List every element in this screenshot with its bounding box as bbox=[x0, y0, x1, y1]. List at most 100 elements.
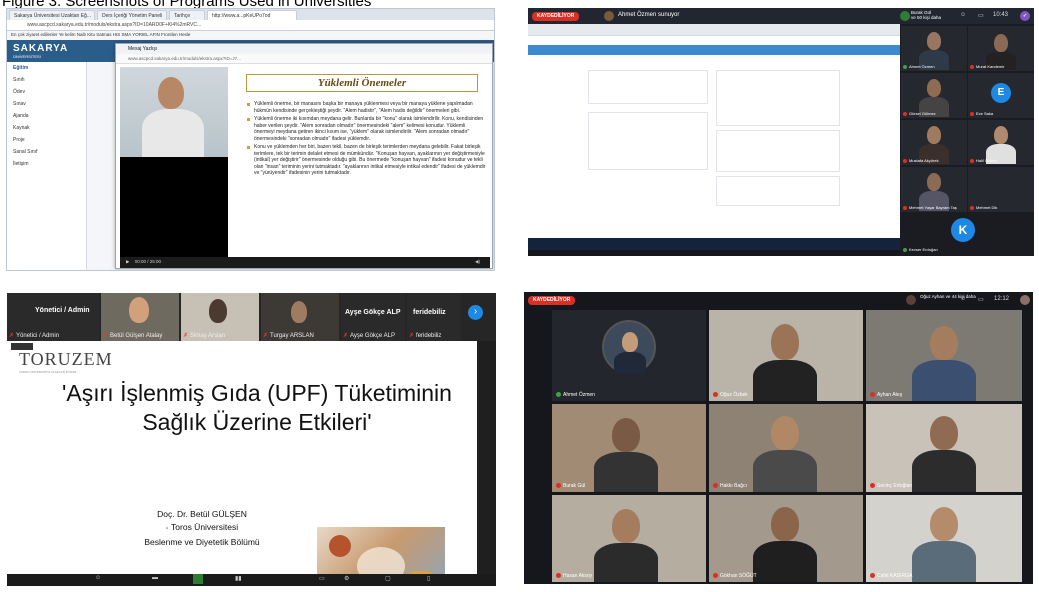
participant-tile[interactable]: Gürsel Gülmez bbox=[901, 73, 967, 118]
participant-name: Kevser Erdoğan bbox=[903, 247, 938, 252]
comment-card bbox=[716, 130, 840, 172]
participant-tile[interactable]: Ahmet Özmen bbox=[901, 26, 967, 71]
participant-count[interactable]: Oğuz Ayhan ve 44 kişi daha bbox=[920, 294, 976, 299]
leave-icon[interactable]: ▯ bbox=[427, 575, 430, 582]
sidebar-item[interactable]: İletişim bbox=[7, 158, 86, 170]
participant-tile[interactable]: Cahit KASIRGA bbox=[866, 495, 1022, 582]
participant-tile[interactable]: Mustafa Akyürek bbox=[901, 120, 967, 165]
slide-body: Yüklemli önerme, bir manasını başka bir … bbox=[246, 101, 486, 179]
participant-tile[interactable]: Ayhan Ateş bbox=[866, 310, 1022, 401]
comment-card bbox=[716, 176, 840, 206]
sidebar-item[interactable]: Eğitim bbox=[7, 62, 86, 74]
self-avatar[interactable]: ✓ bbox=[1020, 11, 1030, 21]
logo-subtext: TOROS ÜNİVERSİTESİ UZAKTAN EĞİTİM bbox=[19, 370, 77, 374]
participant-tile[interactable]: ✗ Betül Gülşen Atalay bbox=[101, 293, 179, 341]
participant-tile[interactable]: K Kevser Erdoğan bbox=[901, 214, 1033, 254]
participant-tile[interactable]: Murat Kandemir bbox=[968, 26, 1034, 71]
chat-icon[interactable]: ▭ bbox=[978, 12, 984, 19]
next-arrow-icon[interactable]: › bbox=[468, 305, 483, 320]
clock: 12:12 bbox=[994, 296, 1010, 302]
chat-icon[interactable]: ▬ bbox=[152, 575, 158, 581]
participant-tile[interactable]: Yönetici / Admin ✗ Yönetici / Admin bbox=[7, 293, 99, 341]
participant-avatar bbox=[900, 11, 910, 21]
participant-name: Cahit KASIRGA bbox=[870, 573, 912, 579]
video-popup-window: Mesaj Yazlışı www.ascpcd.sakarya.edu.tr/… bbox=[115, 43, 493, 269]
participant-name: ✗ Turgay ARSLAN bbox=[263, 333, 314, 339]
participant-strip: Yönetici / Admin ✗ Yönetici / Admin ✗ Betü… bbox=[7, 293, 496, 341]
sidebar-item[interactable]: Sınıfı bbox=[7, 74, 86, 86]
lecturer-image bbox=[120, 67, 228, 157]
address-bar[interactable]: www.ascpcd.sakarya.edu.tr/moduls/ekstra.… bbox=[7, 20, 494, 31]
sidebar-item[interactable]: Sınav bbox=[7, 98, 86, 110]
sidebar-item[interactable]: Sanal Sınıf bbox=[7, 146, 86, 158]
sidebar-item[interactable]: Kaynak bbox=[7, 122, 86, 134]
post-card bbox=[716, 70, 840, 126]
camera-icon[interactable] bbox=[193, 574, 203, 584]
participant-tile[interactable]: Ahmet Özmen bbox=[552, 310, 706, 401]
participant-name: Mehmet Yaşar Bayram Taş bbox=[903, 205, 957, 210]
slide-title: 'Aşırı İşlenmiş Gıda (UPF) Tüketiminin S… bbox=[62, 380, 452, 435]
participant-tile[interactable]: Mehmet Dik bbox=[968, 167, 1034, 212]
participant-tile[interactable]: E Ece Saka bbox=[968, 73, 1034, 118]
course-list-card bbox=[588, 112, 708, 170]
participant-name: Murat Kandemir bbox=[970, 64, 1004, 69]
participant-name: Oğuz Özbek bbox=[713, 392, 748, 398]
toruzem-logo: TORUZEM TOROS ÜNİVERSİTESİ UZAKTAN EĞİTİ… bbox=[19, 349, 113, 374]
browser-tab-active[interactable]: http://www.a...pKeUPo7od bbox=[207, 10, 297, 20]
participant-tile[interactable]: Burak Gül bbox=[552, 404, 706, 492]
video-control-bar[interactable]: ▶ 00:00 / 25:00 ◀) bbox=[120, 257, 490, 268]
participant-tile[interactable]: Sevinç Ertoğlan bbox=[866, 404, 1022, 492]
participant-tiles: Ahmet Özmen Murat Kandemir Gürsel Gülmez… bbox=[900, 24, 1034, 256]
participant-big-name: feridebiliz bbox=[413, 309, 446, 316]
participant-name: Hakkı Bağcı bbox=[713, 483, 747, 489]
browser-tab[interactable]: Sakarya Üniversitesi Uzaktan Eğ... bbox=[9, 10, 95, 20]
shared-screen bbox=[528, 24, 900, 250]
popup-url: www.ascpcd.sakarya.edu.tr/moduls/ekstra.… bbox=[116, 54, 492, 64]
self-avatar[interactable] bbox=[1020, 295, 1030, 305]
logo-subtext: ÜNİVERSİTESİ bbox=[13, 54, 41, 59]
settings-icon[interactable]: ⚙ bbox=[344, 575, 349, 582]
participant-name: Halil Öztürk bbox=[970, 158, 997, 163]
volume-icon[interactable]: ◀) bbox=[475, 259, 480, 265]
sidebar-item[interactable]: Ödev bbox=[7, 86, 86, 98]
screen-share-icon[interactable]: ▭ bbox=[319, 575, 325, 582]
author-name: Doç. Dr. Betül GÜLŞEN bbox=[157, 509, 247, 519]
avatar-letter: K bbox=[951, 218, 975, 242]
university-logo: SAKARYA ÜNİVERSİTESİ bbox=[13, 43, 68, 59]
participant-tile[interactable]: ✗ Turgay ARSLAN bbox=[261, 293, 339, 341]
chat-icon[interactable]: ▭ bbox=[978, 296, 984, 303]
url-text: www.ascpcd.sakarya.edu.tr/moduls/ekstra.… bbox=[27, 22, 202, 28]
participant-avatar bbox=[906, 295, 916, 305]
layout-icon[interactable]: ▮▮ bbox=[235, 575, 242, 582]
browser-tab[interactable]: Ders İçeriği Yönetim Paneli bbox=[97, 10, 167, 20]
participant-name: Ayhan Ateş bbox=[870, 392, 902, 398]
participant-tile[interactable]: Gökhan SÖĞÜT bbox=[709, 495, 863, 582]
participant-tile[interactable]: Oğuz Özbek bbox=[709, 310, 863, 401]
avatar-photo bbox=[602, 320, 656, 374]
fullscreen-icon[interactable]: ▢ bbox=[385, 575, 391, 582]
people-icon[interactable]: ☺ bbox=[960, 12, 966, 18]
conference-slide-screenshot: Yönetici / Admin ✗ Yönetici / Admin ✗ Betü… bbox=[7, 293, 496, 586]
participant-tile[interactable]: feridebiliz ✗ feridebiliz bbox=[407, 293, 461, 341]
participant-tile[interactable]: Ayşe Gökçe ALP ✗ Ayşe Gökçe ALP bbox=[341, 293, 405, 341]
sidebar-item[interactable]: Ajanda bbox=[7, 110, 86, 122]
participant-name: Hasan Aksoy bbox=[556, 573, 592, 579]
participant-count[interactable]: Burak Gül ve 50 kişi daha bbox=[911, 10, 941, 20]
sidebar-item[interactable]: Proje bbox=[7, 134, 86, 146]
participant-tile[interactable]: Hasan Aksoy bbox=[552, 495, 706, 582]
participant-tile[interactable]: Mehmet Yaşar Bayram Taş bbox=[901, 167, 967, 212]
slide-bullet: Yüklemli önerme iki kısımdan meydana gel… bbox=[246, 116, 486, 142]
shared-browser-bar bbox=[528, 24, 900, 36]
participant-tile[interactable]: Halil Öztürk bbox=[968, 120, 1034, 165]
slide-bullet: Konu ve yüklemden her biri, bazen tekil,… bbox=[246, 144, 486, 177]
meeting-top-bar: KAYDEDİLİYOR Oğuz Ayhan ve 44 kişi daha … bbox=[524, 292, 1033, 308]
participant-tile[interactable]: ✗ Simay Arslan bbox=[181, 293, 259, 341]
avatar-letter: E bbox=[991, 83, 1011, 103]
people-icon[interactable]: ☺ bbox=[960, 296, 966, 302]
play-icon[interactable]: ▶ bbox=[126, 259, 129, 264]
recording-badge: KAYDEDİLİYOR bbox=[532, 12, 580, 21]
people-icon[interactable]: ☺ bbox=[95, 575, 101, 581]
browser-tab[interactable]: Tarihçe bbox=[169, 10, 205, 20]
participant-name: Sevinç Ertoğlan bbox=[870, 483, 912, 489]
participant-tile[interactable]: Hakkı Bağcı bbox=[709, 404, 863, 492]
